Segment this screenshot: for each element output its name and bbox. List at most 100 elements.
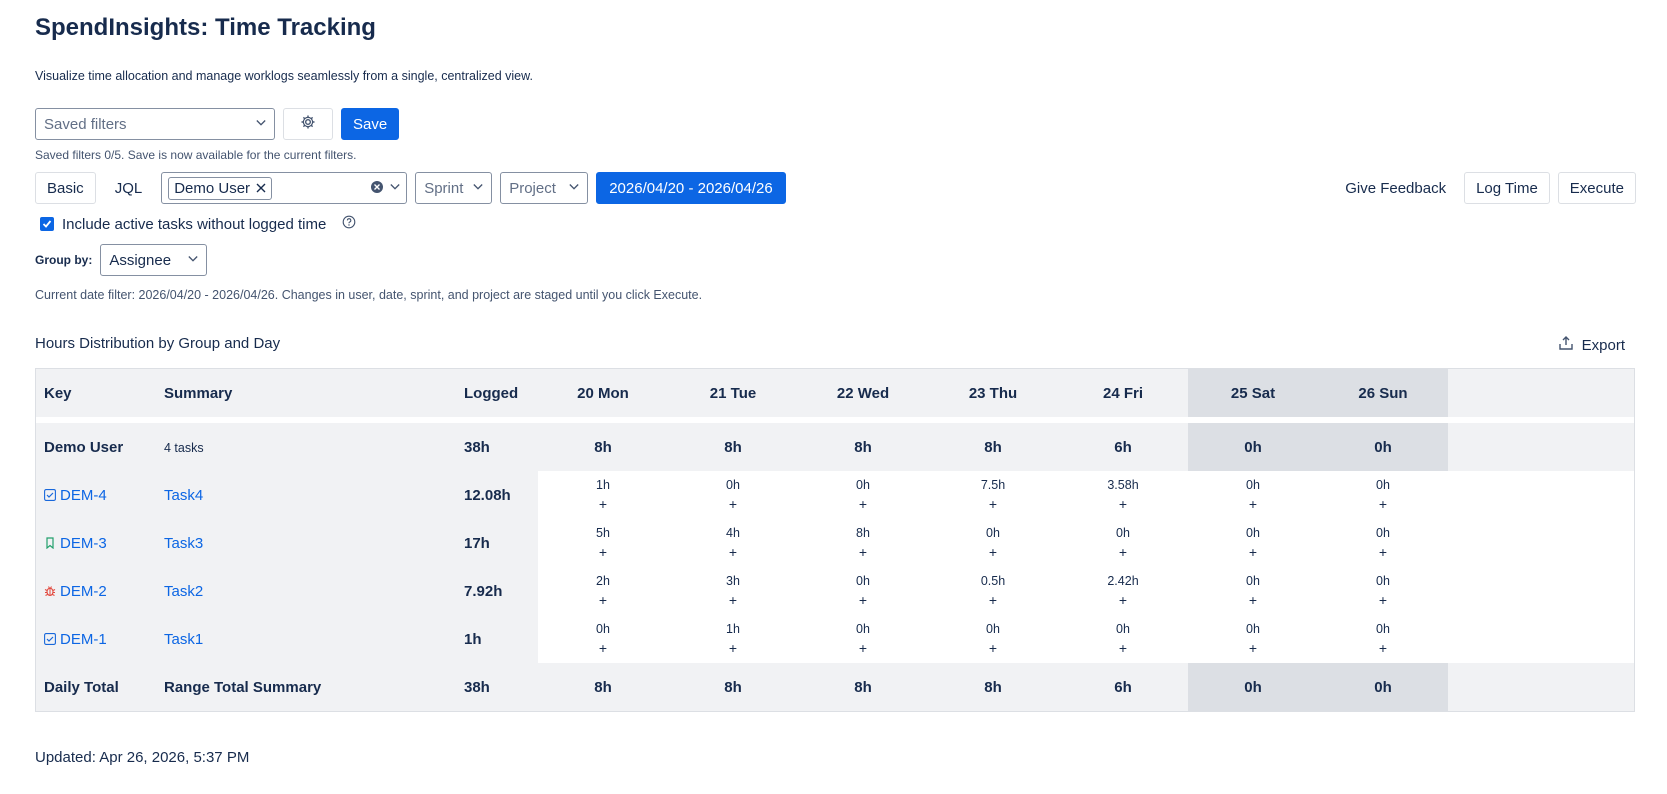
issue-key[interactable]: DEM-2 [60, 583, 107, 600]
settings-button[interactable] [283, 108, 333, 140]
issue-logged: 7.92h [456, 567, 538, 615]
add-worklog-button[interactable]: + [668, 638, 798, 658]
day-hours: 0h [1246, 526, 1260, 540]
issue-key-link[interactable]: DEM-4 [36, 471, 156, 519]
chevron-down-icon [569, 183, 579, 193]
export-button[interactable]: Export [1558, 335, 1625, 355]
add-worklog-button[interactable]: + [798, 638, 928, 658]
execute-button[interactable]: Execute [1557, 172, 1636, 204]
group-day-total: 8h [668, 423, 798, 471]
day-hours: 1h [596, 478, 610, 492]
add-worklog-button[interactable]: + [1188, 638, 1318, 658]
issue-key-link[interactable]: DEM-2 [36, 567, 156, 615]
add-worklog-button[interactable]: + [1188, 590, 1318, 610]
issue-summary-link[interactable]: Task3 [156, 519, 456, 567]
table-row: DEM-3 Task3 17h 5h +4h +8h +0h +0h +0h +0h + [36, 519, 1634, 567]
issue-key[interactable]: DEM-1 [60, 631, 107, 648]
add-worklog-button[interactable]: + [928, 590, 1058, 610]
day-hours: 0h [1246, 622, 1260, 636]
log-time-button[interactable]: Log Time [1464, 172, 1550, 204]
daily-total-row: Daily Total Range Total Summary 38h 8h 8… [36, 663, 1634, 711]
issue-key[interactable]: DEM-3 [60, 535, 107, 552]
add-worklog-button[interactable]: + [1188, 494, 1318, 514]
give-feedback-button[interactable]: Give Feedback [1335, 172, 1456, 204]
include-checkbox[interactable] [40, 217, 54, 231]
day-hours: 2.42h [1107, 574, 1139, 588]
saved-filters-row: Saved filters Save [35, 108, 400, 140]
sprint-placeholder: Sprint [424, 179, 464, 197]
issue-key-link[interactable]: DEM-3 [36, 519, 156, 567]
issue-key-link[interactable]: DEM-1 [36, 615, 156, 663]
day-cell: 0h + [1318, 567, 1448, 615]
gear-icon [300, 114, 316, 134]
day-hours: 4h [726, 526, 740, 540]
issue-key[interactable]: DEM-4 [60, 487, 107, 504]
column-header: 26 Sun [1318, 369, 1448, 417]
column-header-empty [1448, 369, 1634, 417]
add-worklog-button[interactable]: + [1318, 590, 1448, 610]
add-worklog-button[interactable]: + [668, 494, 798, 514]
project-select[interactable]: Project [500, 172, 589, 204]
date-range-button[interactable]: 2026/04/20 - 2026/04/26 [596, 172, 786, 204]
day-cell: 0h + [928, 519, 1058, 567]
remove-chip-icon[interactable] [256, 180, 266, 197]
issue-summary-link[interactable]: Task2 [156, 567, 456, 615]
saved-filters-select[interactable]: Saved filters [35, 108, 275, 140]
group-day-total: 8h [538, 423, 668, 471]
user-chip-label: Demo User [174, 179, 251, 197]
clear-icon[interactable] [370, 180, 384, 197]
add-worklog-button[interactable]: + [928, 638, 1058, 658]
add-worklog-button[interactable]: + [1188, 542, 1318, 562]
group-logged: 38h [456, 423, 538, 471]
group-by-select[interactable]: Assignee [100, 244, 208, 276]
day-cell: 0h + [1318, 615, 1448, 663]
tab-jql[interactable]: JQL [104, 172, 154, 204]
page-subtitle: Visualize time allocation and manage wor… [35, 69, 533, 83]
day-cell: 0h + [1318, 471, 1448, 519]
sprint-select[interactable]: Sprint [415, 172, 493, 204]
user-select[interactable]: Demo User [161, 172, 408, 204]
add-worklog-button[interactable]: + [668, 542, 798, 562]
save-button[interactable]: Save [341, 108, 400, 140]
day-hours: 0h [1116, 526, 1130, 540]
day-cell: 0h + [928, 615, 1058, 663]
add-worklog-button[interactable]: + [1058, 494, 1188, 514]
add-worklog-button[interactable]: + [798, 542, 928, 562]
chevron-down-icon [188, 255, 198, 265]
add-worklog-button[interactable]: + [668, 590, 798, 610]
add-worklog-button[interactable]: + [798, 590, 928, 610]
day-cell: 0h + [1188, 519, 1318, 567]
add-worklog-button[interactable]: + [928, 494, 1058, 514]
column-header: 22 Wed [798, 369, 928, 417]
add-worklog-button[interactable]: + [538, 590, 668, 610]
add-worklog-button[interactable]: + [928, 542, 1058, 562]
issue-summary-link[interactable]: Task4 [156, 471, 456, 519]
task-icon [44, 632, 56, 645]
add-worklog-button[interactable]: + [538, 542, 668, 562]
action-bar: Give Feedback Log Time Execute [1335, 172, 1636, 204]
day-cell: 0h + [1058, 519, 1188, 567]
day-cell: 0h + [668, 471, 798, 519]
table-row: DEM-2 Task2 7.92h 2h +3h +0h +0.5h +2.42h +0h +0h… [36, 567, 1634, 615]
day-hours: 5h [596, 526, 610, 540]
add-worklog-button[interactable]: + [1058, 542, 1188, 562]
add-worklog-button[interactable]: + [1058, 590, 1188, 610]
chevron-down-icon [390, 183, 400, 193]
add-worklog-button[interactable]: + [798, 494, 928, 514]
date-filter-note: Current date filter: 2026/04/20 - 2026/0… [35, 288, 703, 302]
add-worklog-button[interactable]: + [538, 638, 668, 658]
include-option: Include active tasks without logged time [40, 215, 356, 233]
daily-total-value: 0h [1318, 663, 1448, 711]
day-cell: 0h + [1318, 519, 1448, 567]
column-header: 21 Tue [668, 369, 798, 417]
help-icon[interactable] [342, 215, 356, 233]
issue-summary-link[interactable]: Task1 [156, 615, 456, 663]
add-worklog-button[interactable]: + [538, 494, 668, 514]
add-worklog-button[interactable]: + [1318, 494, 1448, 514]
add-worklog-button[interactable]: + [1058, 638, 1188, 658]
add-worklog-button[interactable]: + [1318, 542, 1448, 562]
day-cell: 2h + [538, 567, 668, 615]
day-cell: 7.5h + [928, 471, 1058, 519]
add-worklog-button[interactable]: + [1318, 638, 1448, 658]
tab-basic[interactable]: Basic [35, 172, 96, 204]
